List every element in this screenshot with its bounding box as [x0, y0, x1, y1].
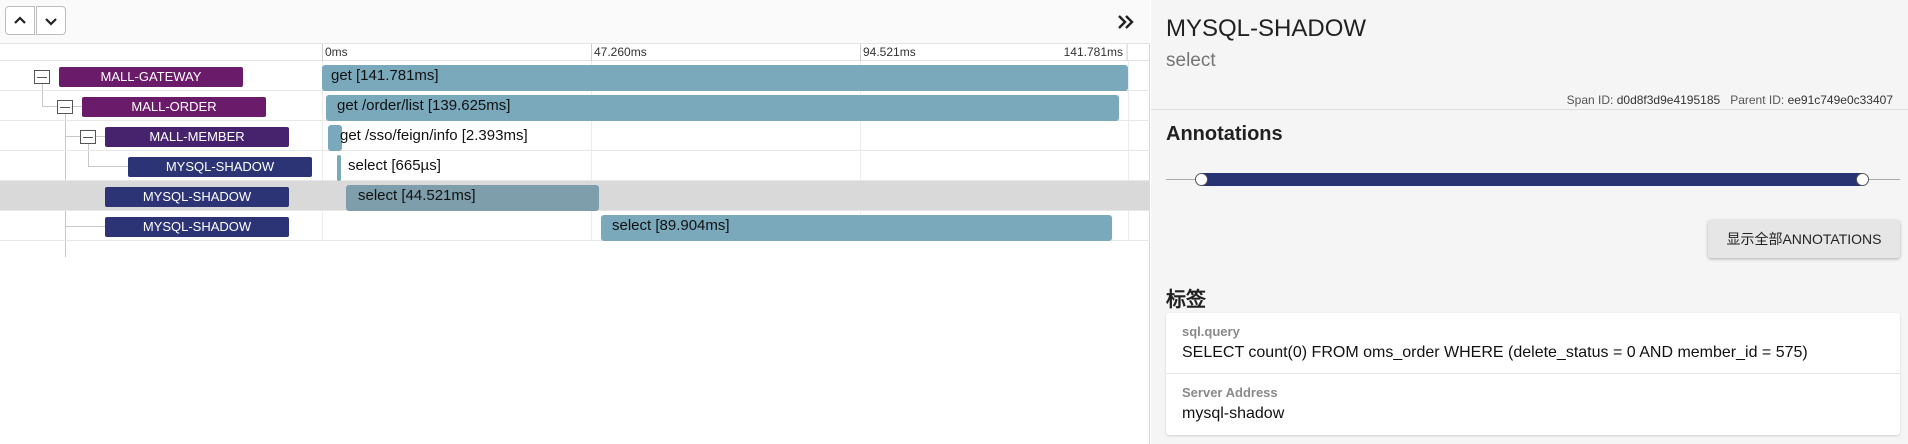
collapse-toggle[interactable] [57, 100, 73, 114]
span-label: select [44.521ms] [358, 187, 476, 204]
collapse-toggle[interactable] [80, 130, 96, 144]
timeline-tick: 47.260ms [591, 44, 647, 61]
span-row[interactable]: MALL-GATEWAY get [141.781ms] [0, 61, 1150, 91]
span-label: select [665µs] [348, 157, 441, 174]
service-badge: MYSQL-SHADOW [128, 157, 312, 177]
expand-up-button[interactable] [5, 6, 35, 35]
tag-item: sql.query SELECT count(0) FROM oms_order… [1166, 313, 1900, 373]
parent-id-label: Parent ID: [1730, 93, 1785, 107]
annotations-bar [1201, 173, 1863, 186]
span-service-title: MYSQL-SHADOW [1166, 15, 1367, 42]
span-name: select [1166, 50, 1216, 71]
parent-id-value: ee91c749e0c33407 [1787, 93, 1893, 107]
tags-heading: 标签 [1166, 289, 1206, 311]
span-row-selected[interactable]: MYSQL-SHADOW select [44.521ms] [0, 181, 1150, 211]
collapse-toggle[interactable] [34, 70, 50, 84]
tags-card: sql.query SELECT count(0) FROM oms_order… [1166, 313, 1900, 435]
timeline-tick: 141.781ms [1064, 44, 1128, 61]
span-id-label: Span ID: [1566, 93, 1614, 107]
timeline-toolbar [0, 0, 1150, 44]
trace-timeline-panel: 0ms 47.260ms 94.521ms 141.781ms MALL-GAT… [0, 0, 1150, 444]
timeline-tick: 94.521ms [860, 44, 916, 61]
span-row[interactable]: MYSQL-SHADOW select [665µs] [0, 151, 1150, 181]
span-ids: Span ID: d0d8f3d9e4195185 Parent ID: ee9… [1567, 93, 1893, 107]
span-row[interactable]: MALL-ORDER get /order/list [139.625ms] [0, 91, 1150, 121]
chevron-up-icon [14, 15, 26, 24]
span-label: select [89.904ms] [612, 217, 730, 234]
span-rows: MALL-GATEWAY get [141.781ms] MALL-ORDER … [0, 61, 1150, 257]
span-bar[interactable] [322, 65, 1128, 91]
span-row[interactable]: MALL-MEMBER get /sso/feign/info [2.393ms… [0, 121, 1150, 151]
chevron-down-icon [45, 17, 57, 26]
span-label: get /order/list [139.625ms] [337, 97, 511, 114]
service-badge: MALL-ORDER [82, 97, 266, 117]
show-all-annotations-button[interactable]: 显示全部ANNOTATIONS [1708, 220, 1900, 258]
timeline-ruler: 0ms 47.260ms 94.521ms 141.781ms [0, 44, 1150, 61]
service-badge: MYSQL-SHADOW [105, 217, 289, 237]
divider [1151, 109, 1908, 110]
service-badge: MALL-MEMBER [105, 127, 289, 147]
span-row[interactable]: MYSQL-SHADOW select [89.904ms] [0, 211, 1150, 241]
expand-down-button[interactable] [36, 6, 66, 35]
service-badge: MALL-GATEWAY [59, 67, 243, 87]
span-label: get /sso/feign/info [2.393ms] [340, 127, 528, 144]
tag-value: mysql-shadow [1182, 405, 1285, 422]
span-label: get [141.781ms] [331, 67, 439, 84]
tag-value: SELECT count(0) FROM oms_order WHERE (de… [1182, 344, 1808, 361]
annotations-heading: Annotations [1166, 123, 1283, 145]
timeline-tick: 0ms [322, 44, 348, 61]
span-bar[interactable] [337, 155, 341, 181]
tag-item: Server Address mysql-shadow [1166, 373, 1900, 433]
tag-key: sql.query [1182, 324, 1240, 339]
tag-key: Server Address [1182, 385, 1278, 400]
service-badge: MYSQL-SHADOW [105, 187, 289, 207]
annotation-marker[interactable] [1856, 173, 1869, 186]
double-chevron-right-icon [1118, 15, 1134, 29]
span-id-value: d0d8f3d9e4195185 [1616, 93, 1721, 107]
span-detail-panel: MYSQL-SHADOW select Span ID: d0d8f3d9e41… [1151, 0, 1908, 444]
annotation-marker[interactable] [1195, 173, 1208, 186]
collapse-detail-button[interactable] [1115, 11, 1137, 33]
